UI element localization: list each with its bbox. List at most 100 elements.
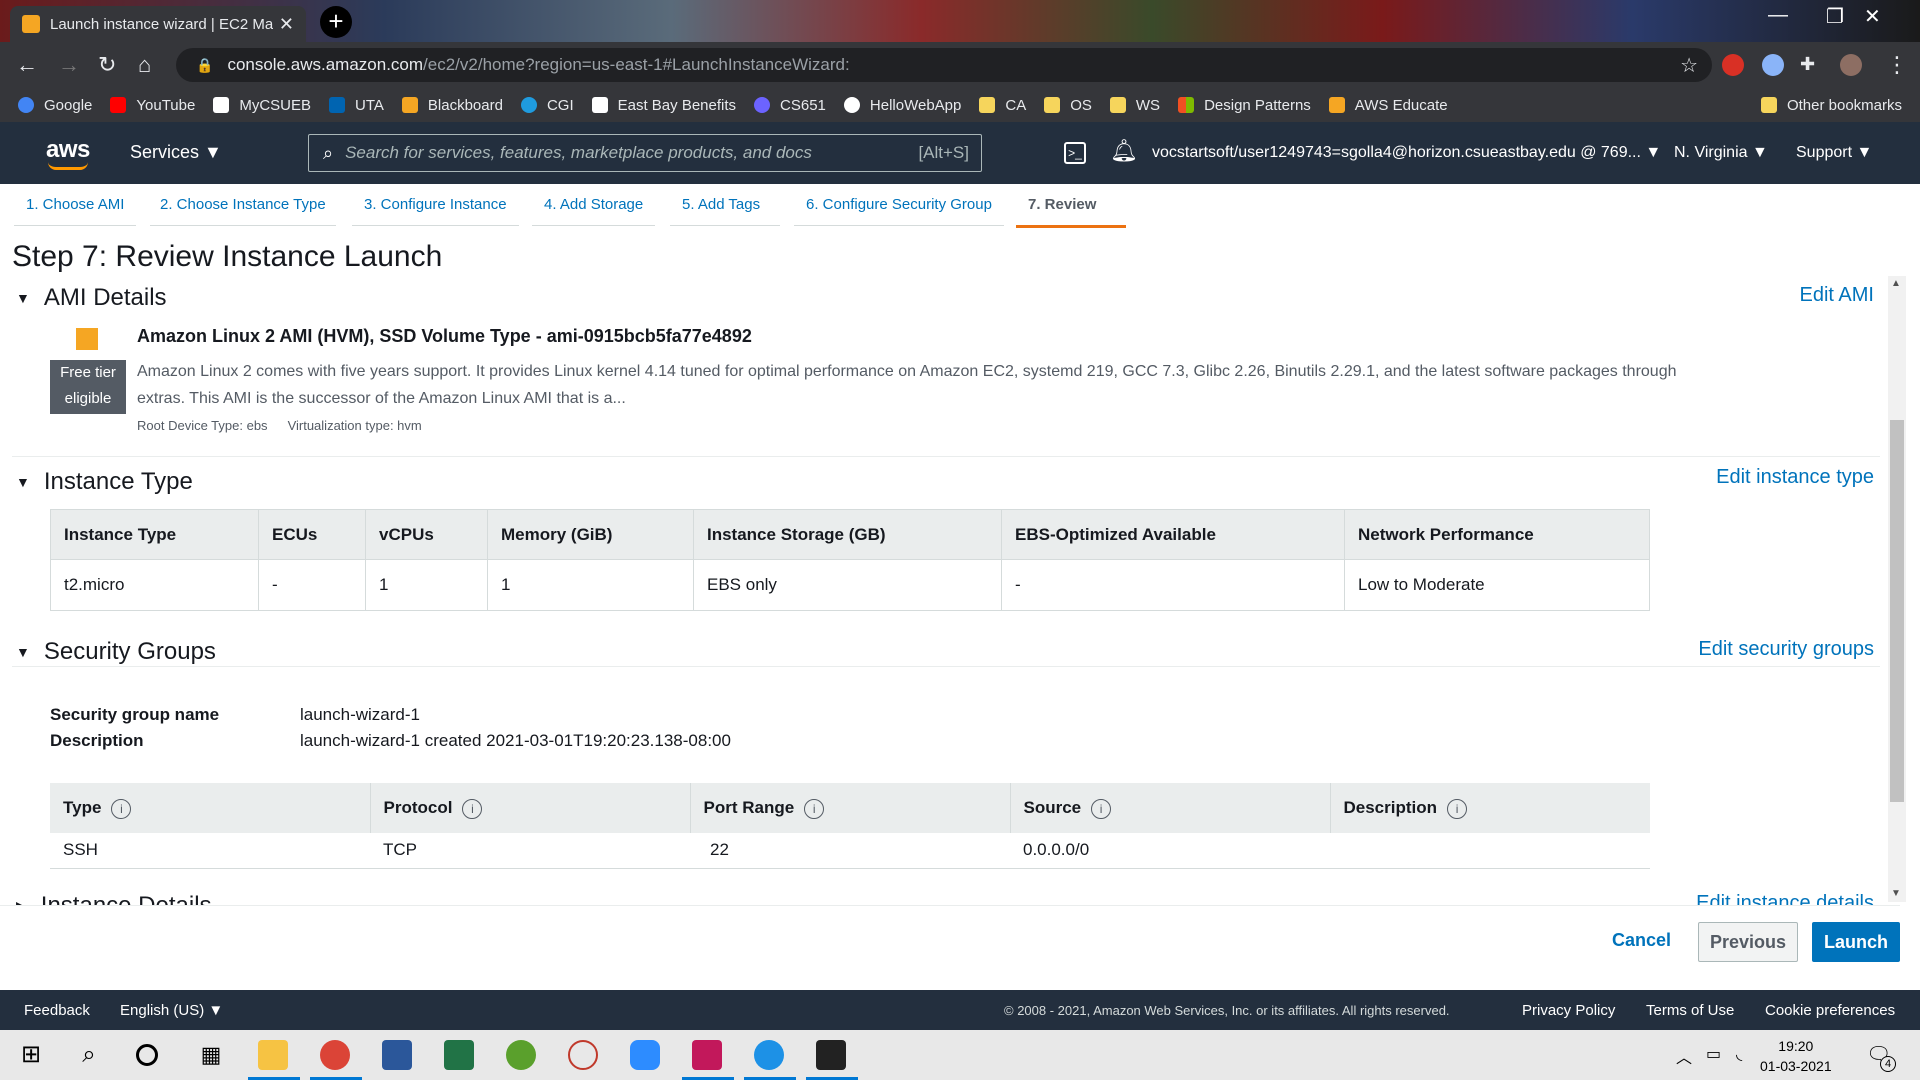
bookmark-design-patterns[interactable]: Design Patterns (1178, 97, 1311, 114)
bookmark-youtube[interactable]: YouTube (110, 97, 195, 114)
launch-button[interactable]: Launch (1812, 922, 1900, 962)
support-menu[interactable]: Support ▼ (1796, 144, 1872, 162)
bookmark-label: CGI (546, 96, 574, 114)
bookmark-hellowebapp[interactable]: HelloWebApp (843, 97, 961, 114)
ami-details-header[interactable]: ▼ AMI Details (16, 284, 167, 312)
step-review[interactable]: 7. Review (1016, 196, 1127, 228)
step-configure-instance[interactable]: 3. Configure Instance (352, 196, 519, 226)
wifi-icon[interactable]: ◟ (1736, 1044, 1742, 1064)
search-input[interactable]: ⌕ Search for services, features, marketp… (308, 134, 982, 172)
edit-security-groups-link[interactable]: Edit security groups (1698, 638, 1874, 661)
forward-icon[interactable]: → (58, 52, 80, 78)
edit-ami-link[interactable]: Edit AMI (1800, 284, 1874, 307)
terms-of-use-link[interactable]: Terms of Use (1646, 1002, 1734, 1019)
privacy-policy-link[interactable]: Privacy Policy (1522, 1002, 1615, 1019)
scrollbar-thumb[interactable] (1890, 420, 1904, 802)
services-menu[interactable]: Services ▼ (130, 142, 222, 163)
bookmark-aws-educate[interactable]: AWS Educate (1328, 97, 1448, 114)
info-icon[interactable]: i (111, 798, 132, 819)
browser-tab[interactable]: Launch instance wizard | EC2 Man ✕ (10, 6, 306, 42)
bookmark-folder-os[interactable]: OS (1044, 97, 1092, 114)
bookmark-blackboard[interactable]: Blackboard (401, 97, 503, 114)
home-icon[interactable]: ⌂ (138, 52, 151, 78)
close-tab-icon[interactable]: ✕ (279, 14, 294, 35)
extension-blue-icon[interactable] (1762, 54, 1784, 76)
feedback-link[interactable]: Feedback (24, 1002, 90, 1019)
reload-icon[interactable]: ↻ (98, 52, 116, 78)
cookie-preferences-link[interactable]: Cookie preferences (1765, 1002, 1895, 1019)
rubymine-icon[interactable] (692, 1040, 722, 1070)
account-label: vocstartsoft/user1249743=sgolla4@horizon… (1152, 144, 1641, 161)
snipping-tool-icon[interactable] (568, 1040, 598, 1070)
zoom-icon[interactable] (630, 1040, 660, 1070)
step-choose-instance-type[interactable]: 2. Choose Instance Type (150, 196, 336, 226)
minimize-icon[interactable]: — (1768, 4, 1788, 27)
cancel-button[interactable]: Cancel (1612, 930, 1671, 951)
edit-instance-type-link[interactable]: Edit instance type (1716, 466, 1874, 489)
bookmark-cs651[interactable]: CS651 (754, 97, 826, 114)
column-header: ECUs (258, 509, 366, 560)
system-clock[interactable]: 19:20 01-03-2021 (1760, 1036, 1832, 1076)
language-selector[interactable]: English (US) ▼ (120, 1002, 223, 1019)
new-tab-button[interactable]: + (320, 6, 352, 38)
cortana-icon[interactable] (136, 1044, 158, 1066)
bookmark-label: MyCSUEB (239, 96, 312, 114)
sg-description-label: Description (50, 731, 144, 750)
security-group-summary: Security group name launch-wizard-1 Descr… (50, 705, 731, 757)
instance-type-header[interactable]: ▼ Instance Type (16, 468, 193, 496)
other-bookmarks[interactable]: Other bookmarks (1760, 88, 1902, 122)
task-view-icon[interactable]: ▦ (196, 1040, 226, 1070)
docker-icon[interactable] (754, 1040, 784, 1070)
bookmark-label: East Bay Benefits (617, 96, 737, 114)
search-icon[interactable]: ⌕ (74, 1040, 104, 1070)
sticky-notes-icon[interactable] (816, 1040, 846, 1070)
bookmark-uta[interactable]: UTA (329, 97, 384, 114)
bookmark-google[interactable]: Google (18, 97, 92, 114)
battery-icon[interactable]: ▭ (1706, 1044, 1721, 1064)
bookmark-folder-ca[interactable]: CA (979, 97, 1026, 114)
close-window-icon[interactable]: ✕ (1864, 4, 1881, 29)
show-hidden-icons-icon[interactable]: ︿ (1676, 1044, 1692, 1068)
free-tier-badge: Free tier eligible (50, 360, 126, 414)
extension-red-icon[interactable] (1722, 54, 1744, 76)
table-cell: 1 (487, 559, 694, 611)
scroll-region-edge (0, 905, 1900, 923)
word-icon[interactable] (382, 1040, 412, 1070)
security-groups-header[interactable]: ▼ Security Groups (16, 638, 216, 666)
info-icon[interactable]: i (462, 798, 483, 819)
bookmark-star-icon[interactable]: ☆ (1680, 53, 1698, 78)
scroll-down-icon[interactable]: ▼ (1891, 888, 1901, 899)
scroll-up-icon[interactable]: ▲ (1891, 278, 1901, 289)
restore-icon[interactable]: ❐ (1826, 4, 1844, 29)
services-label: Services (130, 142, 200, 162)
profile-avatar[interactable] (1840, 54, 1862, 76)
bookmark-cgi[interactable]: CGI (520, 96, 574, 114)
step-choose-ami[interactable]: 1. Choose AMI (14, 196, 137, 226)
cloudshell-icon[interactable]: >_ (1064, 142, 1086, 164)
step-add-tags[interactable]: 5. Add Tags (670, 196, 781, 226)
app-green-icon[interactable] (506, 1040, 536, 1070)
step-add-storage[interactable]: 4. Add Storage (532, 196, 656, 226)
page-title: Step 7: Review Instance Launch (12, 240, 443, 273)
chrome-icon[interactable] (320, 1040, 350, 1070)
excel-icon[interactable] (444, 1040, 474, 1070)
file-explorer-icon[interactable] (258, 1040, 288, 1070)
info-icon[interactable]: i (1091, 798, 1112, 819)
bookmark-east-bay-benefits[interactable]: East Bay Benefits (591, 96, 737, 114)
back-icon[interactable]: ← (16, 52, 38, 78)
bookmark-folder-ws[interactable]: WS (1109, 97, 1160, 114)
caret-down-icon: ▼ (204, 142, 222, 162)
extensions-puzzle-icon[interactable]: ✚ (1800, 54, 1815, 75)
aws-logo[interactable]: aws (46, 136, 90, 170)
info-icon[interactable]: i (804, 798, 825, 819)
region-menu[interactable]: N. Virginia ▼ (1674, 144, 1768, 162)
info-icon[interactable]: i (1447, 798, 1468, 819)
account-menu[interactable]: vocstartsoft/user1249743=sgolla4@horizon… (1152, 144, 1661, 162)
address-bar[interactable]: 🔒 console.aws.amazon.com/ec2/v2/home?reg… (176, 48, 1712, 82)
notifications-bell-icon[interactable]: 🔔︎ (1110, 138, 1138, 164)
browser-menu-icon[interactable]: ⋮ (1886, 52, 1908, 78)
windows-start-icon[interactable]: ⊞ (16, 1040, 46, 1070)
previous-button[interactable]: Previous (1698, 922, 1798, 962)
bookmark-mycsueb[interactable]: MyCSUEB (213, 97, 311, 114)
step-configure-security-group[interactable]: 6. Configure Security Group (794, 196, 1004, 226)
